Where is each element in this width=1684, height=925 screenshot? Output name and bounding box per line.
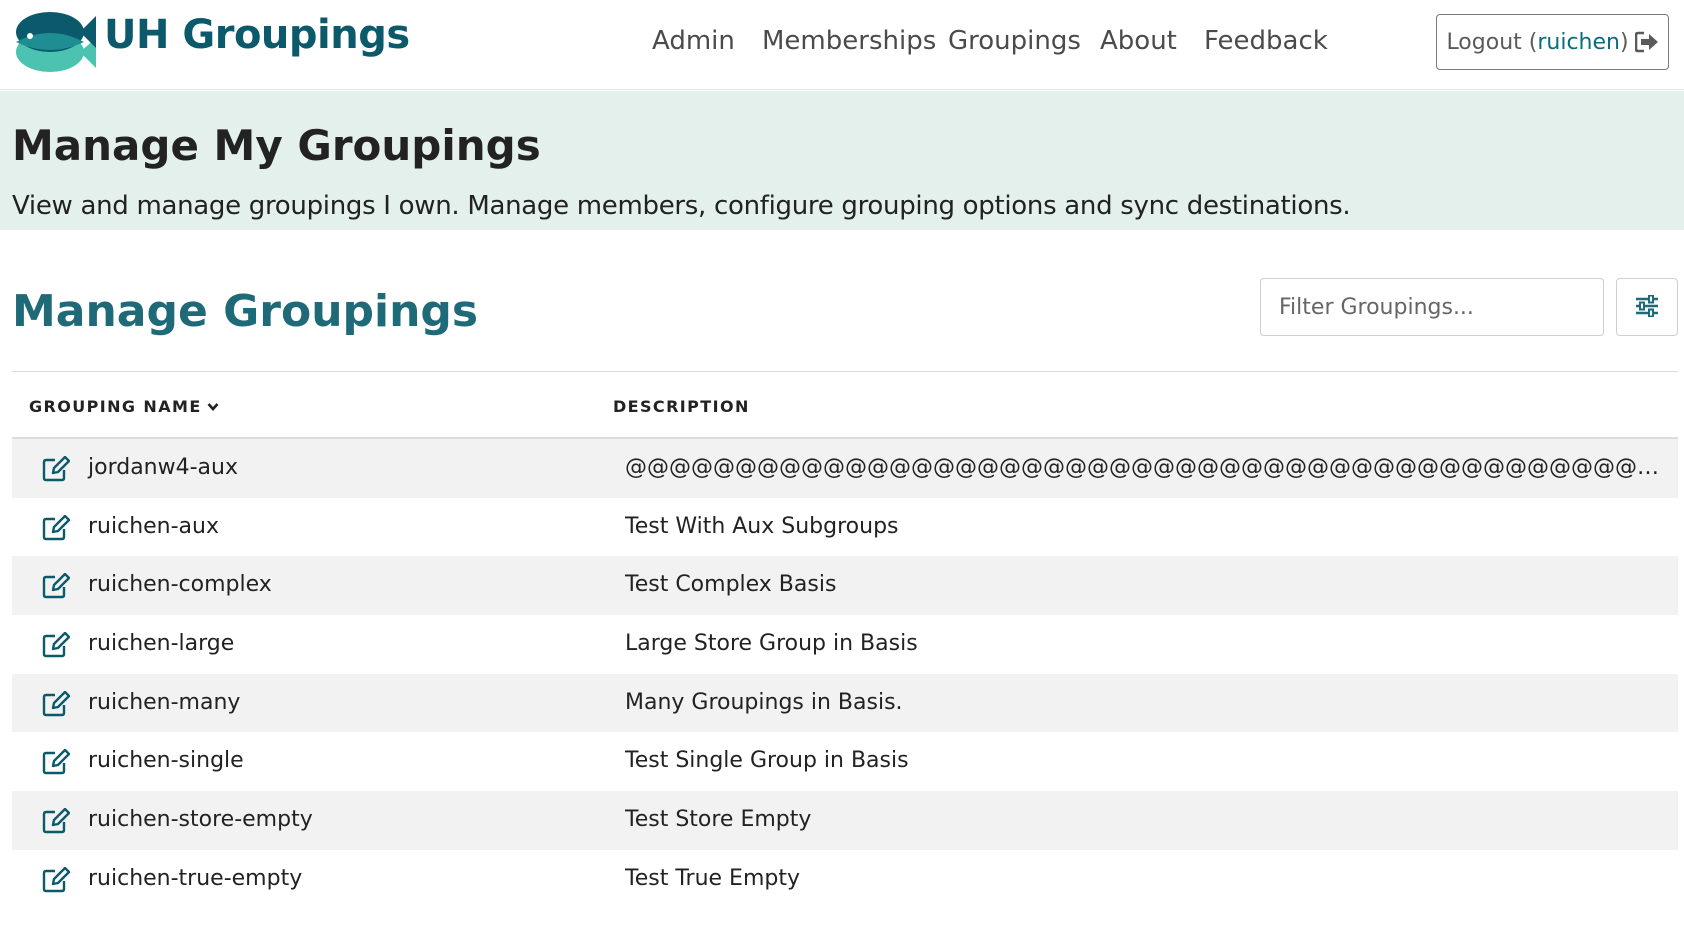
grouping-name[interactable]: ruichen-many — [88, 690, 240, 715]
edit-icon[interactable] — [42, 807, 71, 834]
section-divider — [12, 371, 1678, 372]
table-row: ruichen-large Large Store Group in Basis — [12, 615, 1678, 674]
column-header-grouping-name[interactable]: GROUPING NAME — [29, 397, 219, 416]
nav-groupings[interactable]: Groupings — [948, 26, 1081, 56]
logout-username: ruichen — [1537, 29, 1620, 55]
grouping-description: Large Store Group in Basis — [625, 631, 918, 657]
edit-icon[interactable] — [42, 690, 71, 717]
grouping-name[interactable]: ruichen-large — [88, 631, 234, 656]
brand-name[interactable]: UH Groupings — [104, 12, 410, 58]
logout-prefix: Logout ( — [1446, 29, 1538, 55]
grouping-description: Test Store Empty — [625, 807, 812, 833]
grouping-description: Test Complex Basis — [625, 572, 837, 598]
edit-icon[interactable] — [42, 573, 71, 599]
filter-groupings-input[interactable] — [1260, 278, 1604, 336]
nav-about[interactable]: About — [1100, 26, 1177, 56]
column-header-label: GROUPING NAME — [29, 397, 202, 416]
table-row: jordanw4-aux @@@@@@@@@@@@@@@@@@@@@@@@@@@… — [12, 439, 1678, 498]
grouping-description: Many Groupings in Basis. — [625, 689, 903, 715]
grouping-description: Test True Empty — [625, 865, 800, 891]
nav-admin[interactable]: Admin — [652, 26, 735, 56]
table-row: ruichen-true-empty Test True Empty — [12, 850, 1678, 909]
table-row: ruichen-single Test Single Group in Basi… — [12, 732, 1678, 791]
table-row: ruichen-store-empty Test Store Empty — [12, 791, 1678, 850]
grouping-name[interactable]: ruichen-store-empty — [88, 807, 313, 832]
grouping-name[interactable]: ruichen-true-empty — [88, 866, 302, 891]
sign-out-icon — [1634, 31, 1659, 53]
grouping-description: @@@@@@@@@@@@@@@@@@@@@@@@@@@@@@@@@@@@@@@@… — [625, 455, 1665, 480]
page-title: Manage My Groupings — [12, 121, 541, 170]
grouping-name[interactable]: ruichen-single — [88, 748, 244, 773]
table-row: ruichen-aux Test With Aux Subgroups — [12, 498, 1678, 557]
logout-button[interactable]: Logout (ruichen) — [1436, 14, 1669, 70]
page-header-banner: Manage My Groupings View and manage grou… — [0, 91, 1684, 230]
logout-suffix: ) — [1619, 29, 1629, 55]
column-header-label: DESCRIPTION — [613, 397, 750, 416]
table-row: ruichen-many Many Groupings in Basis. — [12, 673, 1678, 733]
edit-icon[interactable] — [42, 866, 71, 893]
page-subtitle: View and manage groupings I own. Manage … — [12, 191, 1351, 221]
groupings-table-body: jordanw4-aux @@@@@@@@@@@@@@@@@@@@@@@@@@@… — [12, 439, 1678, 909]
grouping-name[interactable]: ruichen-complex — [88, 572, 272, 597]
sliders-icon — [1635, 294, 1659, 320]
grouping-name[interactable]: ruichen-aux — [88, 514, 219, 539]
edit-icon[interactable] — [42, 749, 71, 775]
fish-logo-icon — [16, 12, 96, 72]
grouping-description: Test Single Group in Basis — [625, 748, 909, 774]
navbar: UH Groupings Admin Memberships Groupings… — [0, 0, 1684, 90]
nav-memberships[interactable]: Memberships — [762, 26, 936, 56]
edit-icon[interactable] — [42, 455, 71, 482]
grouping-description: Test With Aux Subgroups — [625, 513, 899, 539]
chevron-down-icon — [207, 402, 219, 412]
nav-feedback[interactable]: Feedback — [1204, 26, 1328, 56]
column-header-description[interactable]: DESCRIPTION — [613, 397, 750, 416]
edit-icon[interactable] — [42, 631, 71, 658]
edit-icon[interactable] — [42, 514, 71, 541]
grouping-name[interactable]: jordanw4-aux — [88, 455, 238, 480]
table-row: ruichen-complex Test Complex Basis — [12, 556, 1678, 616]
table-options-button[interactable] — [1616, 278, 1678, 336]
section-title: Manage Groupings — [12, 286, 479, 337]
brand-home-link[interactable] — [10, 6, 98, 78]
